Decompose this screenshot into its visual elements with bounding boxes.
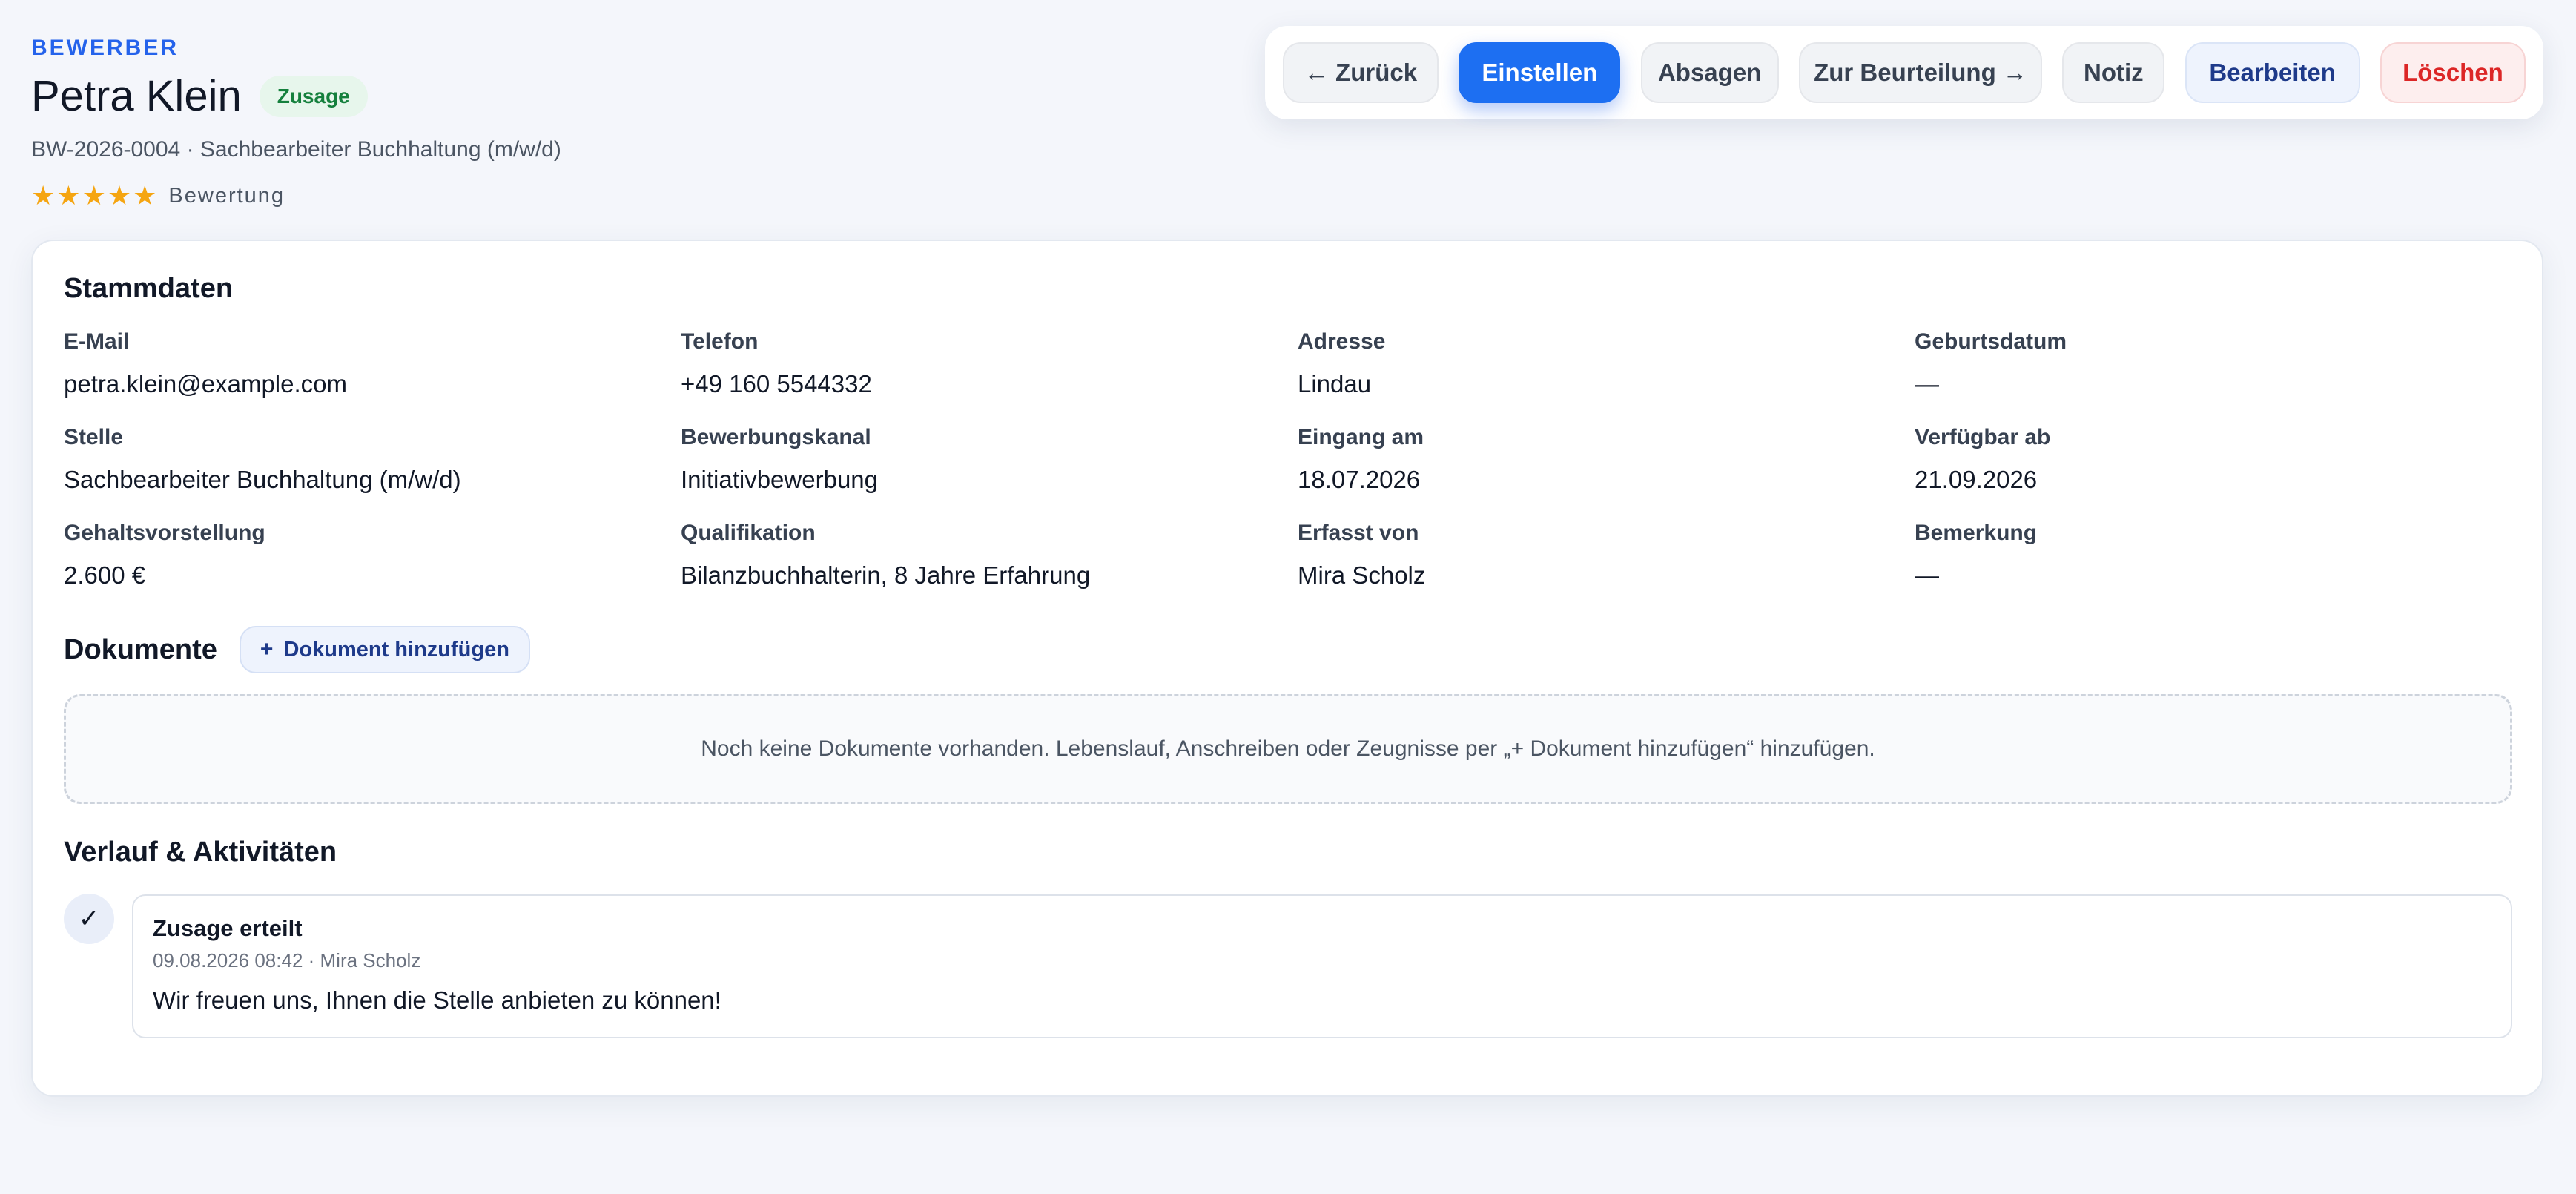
field-label: Adresse [1298,329,1386,354]
field-cell: Telefon +49 160 5544332 [681,327,1298,423]
field-value: Initiativbewerbung [681,466,878,493]
page-subtitle: BW-2026-0004 · Sachbearbeiter Buchhaltun… [31,137,561,162]
star-icon: ★ [82,180,106,211]
field-value: Mira Scholz [1298,561,1426,589]
field-value: 21.09.2026 [1915,466,2038,493]
add-document-label: Dokument hinzufügen [283,637,509,662]
field-cell: Bemerkung — [1915,518,2533,614]
field-value: petra.klein@example.com [64,370,347,398]
field-cell: E-Mail petra.klein@example.com [64,327,681,423]
field-value: — [1915,370,1939,398]
field-label: Qualifikation [681,521,816,545]
add-document-button[interactable]: + Dokument hinzufügen [239,626,530,673]
history-entry-meta: 09.08.2026 08:42 · Mira Scholz [153,949,421,972]
field-cell: Bewerbungskanal Initiativbewerbung [681,423,1298,518]
field-cell: Erfasst von Mira Scholz [1298,518,1915,614]
field-value: 2.600 € [64,561,146,589]
documents-header: Dokumente + Dokument hinzufügen [64,625,530,674]
field-value: +49 160 5544332 [681,370,872,398]
page-eyebrow: BEWERBER [31,36,179,60]
edit-button[interactable]: Bearbeiten [2184,42,2360,103]
star-icon: ★ [56,180,81,211]
master-data-grid: E-Mail petra.klein@example.com Telefon +49 … [64,327,2533,614]
plus-icon: + [260,637,274,662]
field-label: Bewerbungskanal [681,425,871,449]
field-cell: Eingang am 18.07.2026 [1298,423,1915,518]
hire-button[interactable]: Einstellen [1459,42,1621,103]
history-entry-text: Wir freuen uns, Ihnen die Stelle anbiete… [153,986,721,1014]
applicant-detail-card: Stammdaten E-Mail petra.klein@example.com… [31,240,2543,1097]
field-label: Bemerkung [1915,521,2038,545]
page-title: Petra Klein [31,72,242,120]
field-label: Stelle [64,425,124,449]
applicant-header: BEWERBER Petra Klein Zusage BW-2026-0004… [31,33,561,211]
star-icon: ★ [133,180,157,211]
check-icon: ✓ [64,894,114,944]
delete-button[interactable]: Löschen [2380,42,2526,103]
documents-title: Dokumente [64,634,217,665]
field-cell: Adresse Lindau [1298,327,1915,423]
history-title: Verlauf & Aktivitäten [64,837,337,868]
rating-stars: ★ ★ ★ ★ ★ [31,181,156,211]
field-cell: Qualifikation Bilanzbuchhalterin, 8 Jahre… [681,518,1298,614]
rating-label: Bewertung [168,183,285,208]
field-value: — [1915,561,1939,589]
field-label: Verfügbar ab [1915,425,2051,449]
action-toolbar: ← Zurück Einstellen Absagen Zur Beurteil… [1265,26,2543,119]
star-icon: ★ [107,180,132,211]
star-icon: ★ [31,180,56,211]
field-label: Erfasst von [1298,521,1419,545]
documents-dropzone[interactable]: Noch keine Dokumente vorhanden. Lebensla… [64,694,2512,804]
field-cell: Verfügbar ab 21.09.2026 [1915,423,2533,518]
title-row: Petra Klein Zusage [31,70,561,123]
back-button[interactable]: ← Zurück [1283,42,1439,103]
field-value: Bilanzbuchhalterin, 8 Jahre Erfahrung [681,561,1091,589]
field-cell: Stelle Sachbearbeiter Buchhaltung (m/w/d) [64,423,681,518]
field-cell: Gehaltsvorstellung 2.600 € [64,518,681,614]
history-entry: Zusage erteilt 09.08.2026 08:42 · Mira S… [132,894,2512,1038]
field-label: Gehaltsvorstellung [64,521,265,545]
field-label: Telefon [681,329,759,354]
master-data-title: Stammdaten [64,273,234,304]
field-value: Sachbearbeiter Buchhaltung (m/w/d) [64,466,461,493]
note-button[interactable]: Notiz [2062,42,2165,103]
field-value: Lindau [1298,370,1372,398]
rating: ★ ★ ★ ★ ★ Bewertung [31,181,561,211]
status-badge: Zusage [259,76,368,117]
reject-button[interactable]: Absagen [1640,42,1779,103]
documents-empty-text: Noch keine Dokumente vorhanden. Lebensla… [701,736,1875,761]
field-label: E-Mail [64,329,130,354]
field-cell: Geburtsdatum — [1915,327,2533,423]
history-entry-title: Zusage erteilt [153,915,303,941]
field-value: 18.07.2026 [1298,466,1421,493]
to-review-button[interactable]: Zur Beurteilung → [1798,42,2042,103]
field-label: Eingang am [1298,425,1424,449]
field-label: Geburtsdatum [1915,329,2067,354]
